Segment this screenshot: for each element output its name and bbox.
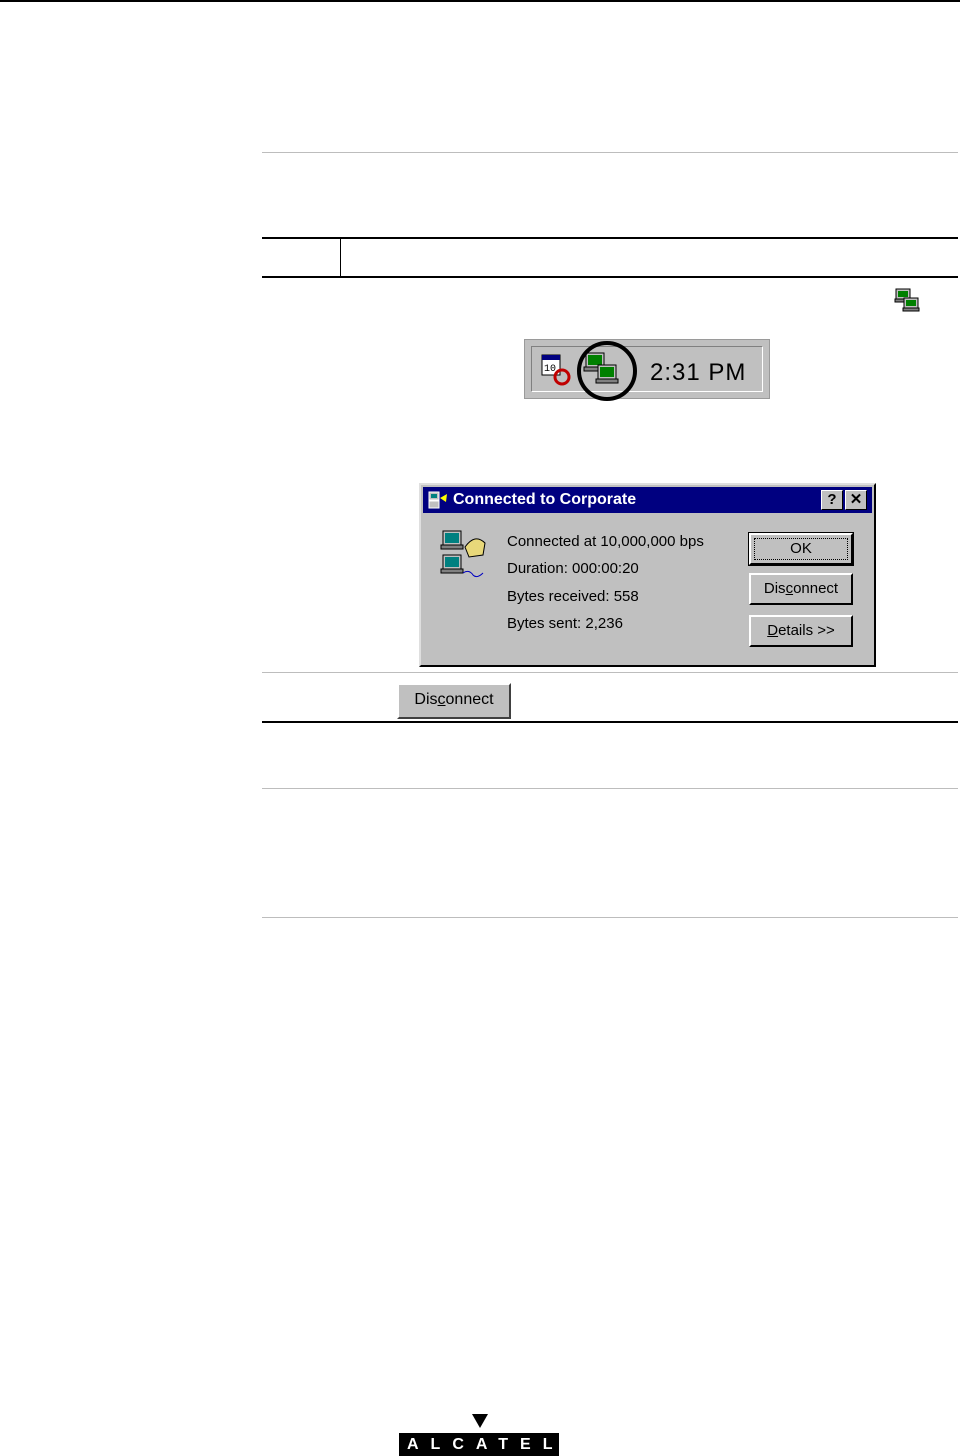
- section-rule: [262, 152, 958, 153]
- section-rule: [262, 788, 958, 789]
- button-label: Dis: [414, 691, 438, 708]
- table-bottom-border: [262, 721, 958, 723]
- network-connection-icon: [894, 288, 920, 312]
- connection-status-dialog: Connected to Corporate ? ✕ Connected at …: [419, 483, 876, 667]
- close-button[interactable]: ✕: [845, 490, 867, 510]
- details-button[interactable]: Details >>: [749, 615, 853, 647]
- button-label: onnect: [445, 691, 494, 708]
- ok-button[interactable]: OK: [748, 532, 854, 566]
- scheduler-icon[interactable]: 10: [540, 353, 574, 387]
- taskbar-tray: 10 2:31 PM: [524, 339, 770, 401]
- tray-clock[interactable]: 2:31 PM: [650, 359, 746, 387]
- dial-up-icon: [428, 491, 447, 509]
- button-label-accesskey: c: [437, 691, 446, 708]
- page-top-rule: [0, 0, 960, 2]
- button-label: Dis: [763, 580, 786, 597]
- connection-duration: Duration: 000:00:20: [507, 560, 639, 577]
- bytes-received: Bytes received: 558: [507, 588, 639, 605]
- button-label: onnect: [793, 580, 839, 597]
- table-header-border: [262, 276, 958, 278]
- bytes-sent: Bytes sent: 2,236: [507, 615, 623, 632]
- section-rule: [262, 917, 958, 918]
- disconnect-button[interactable]: Disconnect: [749, 573, 853, 605]
- dialog-title: Connected to Corporate: [453, 491, 637, 508]
- disconnect-button-sample[interactable]: Disconnect: [397, 683, 511, 719]
- table-row-divider: [262, 672, 958, 673]
- button-label-accesskey: D: [767, 622, 779, 639]
- button-label-accesskey: c: [785, 580, 794, 597]
- table-header-divider: [340, 239, 341, 277]
- help-button[interactable]: ?: [821, 490, 843, 510]
- svg-text:10: 10: [544, 364, 556, 375]
- alcatel-logo: ALCATEL: [399, 1433, 559, 1456]
- connection-speed: Connected at 10,000,000 bps: [507, 533, 704, 550]
- logo-mark: [472, 1414, 488, 1428]
- highlight-circle: [577, 341, 637, 401]
- button-label: etails >>: [778, 622, 835, 639]
- table-top-border: [262, 237, 958, 239]
- dialog-title-bar[interactable]: Connected to Corporate ? ✕: [423, 487, 872, 513]
- dial-up-connection-icon: [440, 530, 486, 578]
